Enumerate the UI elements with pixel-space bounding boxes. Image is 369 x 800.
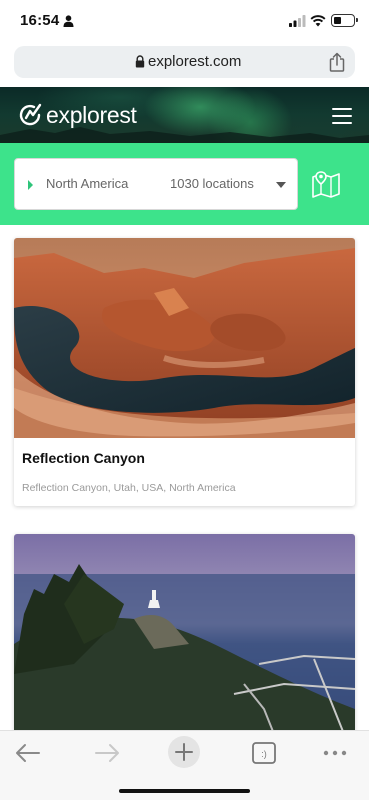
battery-icon bbox=[331, 14, 358, 27]
tabs-icon[interactable]: :) bbox=[249, 739, 279, 767]
status-time: 16:54 bbox=[20, 12, 60, 29]
wifi-icon bbox=[310, 15, 326, 27]
logo-icon bbox=[19, 103, 42, 126]
status-bar: 16:54 bbox=[0, 0, 369, 42]
back-icon[interactable] bbox=[13, 739, 43, 767]
card-photo[interactable] bbox=[14, 534, 355, 734]
coast-photo bbox=[14, 534, 355, 734]
card-subtitle: Reflection Canyon, Utah, USA, North Amer… bbox=[22, 482, 236, 494]
lock-icon bbox=[135, 55, 145, 68]
menu-icon[interactable] bbox=[332, 108, 352, 124]
card-title[interactable]: Reflection Canyon bbox=[22, 450, 145, 466]
address-bar[interactable]: explorest.com bbox=[14, 46, 355, 78]
filter-bar: North America 1030 locations bbox=[0, 143, 369, 225]
region-select[interactable]: North America 1030 locations bbox=[14, 158, 298, 210]
forward-icon[interactable] bbox=[92, 739, 122, 767]
site-logo[interactable]: explorest bbox=[18, 102, 137, 128]
canyon-photo bbox=[14, 238, 355, 438]
url-text: explorest.com bbox=[148, 53, 242, 70]
location-count: 1030 locations bbox=[170, 176, 254, 191]
location-card[interactable] bbox=[14, 534, 355, 734]
site-header: explorest bbox=[0, 87, 369, 143]
home-indicator bbox=[119, 789, 250, 793]
chevron-down-icon bbox=[276, 182, 286, 188]
share-icon[interactable] bbox=[328, 52, 346, 72]
svg-text::): :) bbox=[261, 749, 267, 759]
signal-icon bbox=[289, 15, 306, 27]
region-label: North America bbox=[46, 176, 129, 191]
caret-right-icon bbox=[28, 180, 33, 190]
new-tab-icon[interactable] bbox=[168, 736, 200, 768]
more-icon[interactable] bbox=[320, 739, 350, 767]
logo-text: explorest bbox=[46, 101, 137, 128]
location-card[interactable]: Reflection Canyon Reflection Canyon, Uta… bbox=[14, 238, 355, 506]
card-photo[interactable] bbox=[14, 238, 355, 438]
map-icon[interactable] bbox=[311, 169, 341, 199]
person-icon bbox=[63, 15, 74, 27]
